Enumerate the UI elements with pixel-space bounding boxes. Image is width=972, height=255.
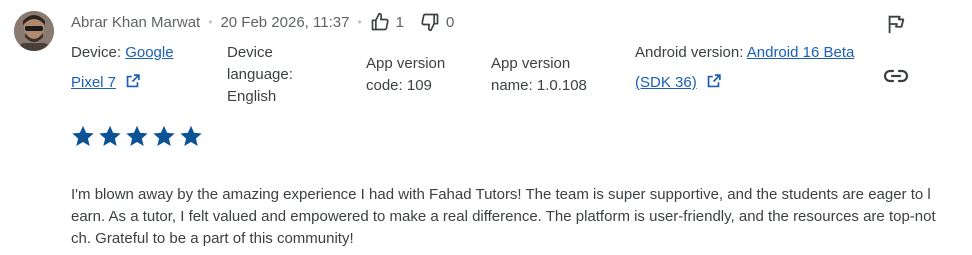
device-info: Device: Google Pixel 7 (71, 42, 174, 94)
separator-dot: • (357, 15, 362, 29)
open-external-icon[interactable] (705, 73, 722, 90)
thumbs-down-icon (421, 13, 439, 32)
app-version-name-value: name: 1.0.108 (491, 77, 587, 94)
android-version-info: Android version: Android 16 Beta (SDK 36… (635, 42, 854, 94)
thumbs-up-count: 1 (395, 13, 404, 31)
review-header: Abrar Khan Marwat • 20 Feb 2026, 11:37 •… (71, 12, 454, 32)
star-icon (126, 125, 148, 146)
device-language-info: Device language: English (227, 42, 293, 108)
separator-dot: • (208, 15, 213, 29)
review-date: 20 Feb 2026, 11:37 (220, 13, 350, 31)
open-external-icon[interactable] (124, 73, 141, 90)
android-version-label: Android version: (635, 44, 744, 61)
link-icon[interactable] (884, 66, 908, 86)
review-text: I'm blown away by the amazing experience… (71, 186, 936, 247)
app-version-name-label: App version (491, 55, 571, 72)
thumbs-down-button[interactable]: 0 (420, 12, 454, 32)
app-version-code-info: App version code: 109 (366, 53, 445, 97)
device-label: Device: (71, 44, 122, 61)
device-language-label: language: (227, 66, 293, 83)
flag-icon[interactable] (885, 13, 907, 35)
thumbs-up-button[interactable]: 1 (370, 12, 404, 32)
device-language-value: English (227, 88, 277, 105)
app-version-name-info: App version name: 1.0.108 (491, 53, 587, 97)
android-version-link[interactable]: (SDK 36) (635, 74, 697, 91)
star-rating (71, 124, 203, 148)
star-icon (99, 125, 121, 146)
device-link[interactable]: Pixel 7 (71, 74, 116, 91)
device-link[interactable]: Google (125, 44, 173, 61)
device-language-label: Device (227, 44, 273, 61)
star-icon (180, 125, 202, 146)
thumbs-down-count: 0 (445, 13, 455, 31)
android-version-link[interactable]: Android 16 Beta (747, 44, 855, 61)
avatar (14, 11, 54, 51)
thumbs-up-icon (371, 12, 389, 31)
star-icon (72, 125, 94, 146)
app-version-code-label: App version (366, 55, 446, 72)
app-version-code-value: code: 109 (366, 77, 432, 94)
author-name: Abrar Khan Marwat (71, 13, 201, 31)
star-icon (153, 125, 175, 146)
